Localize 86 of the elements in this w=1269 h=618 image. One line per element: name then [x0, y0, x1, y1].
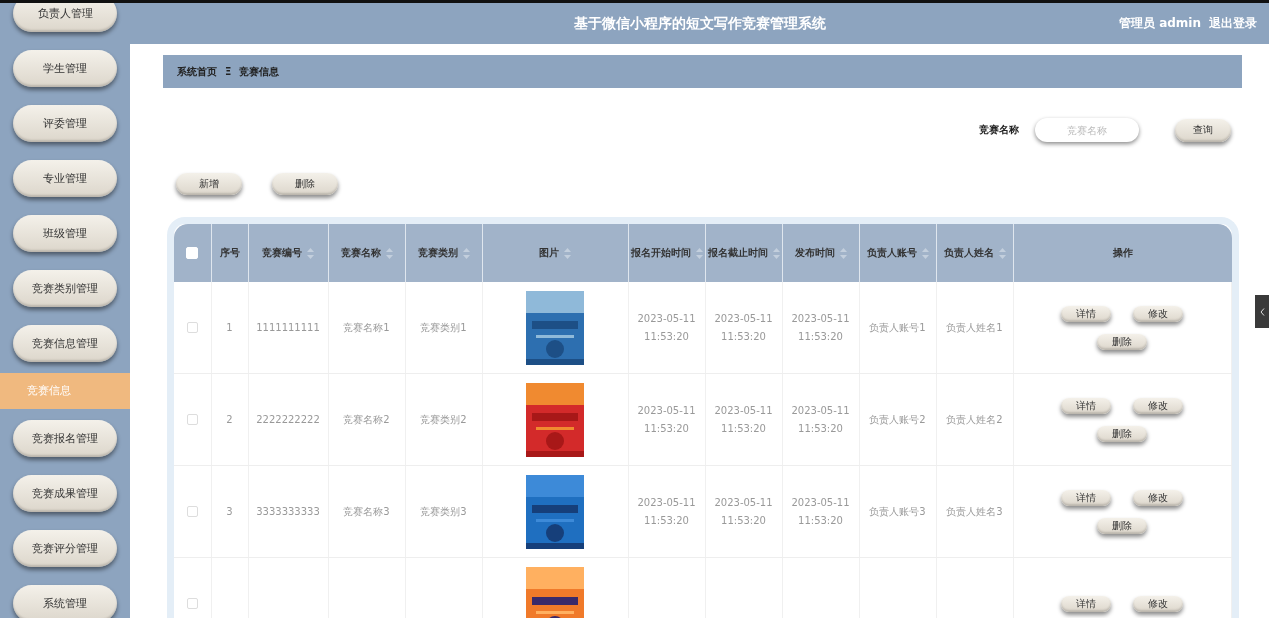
- row-action-button[interactable]: 删除: [1097, 425, 1148, 442]
- table-cell-text: 竞赛类别3: [420, 504, 467, 519]
- chevron-left-icon: [1259, 307, 1265, 316]
- column-header[interactable]: 负责人账号: [859, 224, 936, 282]
- column-header[interactable]: 发布时间: [782, 224, 859, 282]
- sort-icon[interactable]: [695, 247, 703, 259]
- row-checkbox[interactable]: [186, 598, 198, 609]
- query-button[interactable]: 查询: [1175, 118, 1231, 142]
- table-cell-text: 2023-05-11 11:53:20: [713, 403, 774, 436]
- column-header[interactable]: 操作: [1013, 224, 1232, 282]
- sidebar-item[interactable]: 班级管理: [13, 215, 117, 252]
- column-header[interactable]: 竞赛名称: [328, 224, 405, 282]
- column-header[interactable]: 负责人姓名: [936, 224, 1013, 282]
- table-cell-text: 2: [226, 412, 233, 427]
- table-cell-text: 负责人姓名1: [946, 320, 1003, 335]
- table-cell-text: 竞赛类别1: [420, 320, 467, 335]
- sidebar-item[interactable]: 竞赛类别管理: [13, 270, 117, 307]
- column-header[interactable]: 报名开始时间: [628, 224, 705, 282]
- table-cell-text: 2023-05-11 11:53:20: [790, 403, 851, 436]
- table-cell-text: 2023-05-11 11:53:20: [636, 311, 697, 344]
- table-cell-text: 1111111111: [256, 320, 320, 335]
- table-cell-text: 2023-05-11 11:53:20: [636, 495, 697, 528]
- sort-icon[interactable]: [772, 247, 780, 259]
- column-header[interactable]: 报名截止时间: [705, 224, 782, 282]
- table-cell-text: 竞赛类别2: [420, 412, 467, 427]
- row-action-button[interactable]: 修改: [1133, 397, 1184, 414]
- column-header[interactable]: 图片: [482, 224, 628, 282]
- row-action-button[interactable]: 详情: [1061, 489, 1112, 506]
- table-cell-text: 3: [226, 504, 233, 519]
- search-field[interactable]: 竞赛名称: [1035, 118, 1139, 142]
- table-cell-text: 2023-05-11 11:53:20: [790, 311, 851, 344]
- sidebar-item[interactable]: 负责人管理: [13, 3, 117, 32]
- row-action-button[interactable]: 修改: [1133, 305, 1184, 322]
- action-button[interactable]: 新增: [176, 173, 242, 195]
- sidebar-item[interactable]: 系统管理: [13, 585, 117, 618]
- user-label: 管理员 admin: [1118, 15, 1201, 32]
- sort-icon[interactable]: [839, 247, 847, 259]
- sort-icon[interactable]: [564, 247, 571, 259]
- sidebar-item[interactable]: 竞赛评分管理: [13, 530, 117, 567]
- table-cell-text: 竞赛名称1: [343, 320, 390, 335]
- sort-icon[interactable]: [921, 247, 929, 259]
- row-action-button[interactable]: 删除: [1097, 333, 1148, 350]
- sort-icon[interactable]: [998, 247, 1006, 259]
- column-header[interactable]: 序号: [211, 224, 248, 282]
- action-button[interactable]: 删除: [272, 173, 338, 195]
- column-header[interactable]: 竞赛编号: [248, 224, 328, 282]
- table-cell-text: 2023-05-11 11:53:20: [713, 311, 774, 344]
- table-cell-text: 负责人账号1: [869, 320, 926, 335]
- breadcrumb-current: 竞赛信息: [239, 64, 280, 79]
- sidebar-item[interactable]: 竞赛信息管理: [13, 325, 117, 362]
- table-cell-text: 竞赛名称2: [343, 412, 390, 427]
- breadcrumb-link[interactable]: 系统首页: [177, 64, 217, 79]
- table-cell-text: 负责人账号2: [869, 412, 926, 427]
- row-action-button[interactable]: 详情: [1061, 305, 1112, 322]
- table-cell-text: 2222222222: [256, 412, 320, 427]
- row-checkbox[interactable]: [186, 414, 198, 425]
- sidebar-item[interactable]: 专业管理: [13, 160, 117, 197]
- table-cell-text: 3333333333: [256, 504, 320, 519]
- sort-icon[interactable]: [307, 247, 314, 259]
- row-action-button[interactable]: 修改: [1133, 595, 1184, 612]
- row-checkbox[interactable]: [186, 506, 198, 517]
- sidebar-item[interactable]: 竞赛成果管理: [13, 475, 117, 512]
- row-action-button[interactable]: 详情: [1061, 397, 1112, 414]
- column-header[interactable]: 竞赛类别: [405, 224, 482, 282]
- table-cell-text: 负责人姓名3: [946, 504, 1003, 519]
- table-cell-text: 负责人姓名2: [946, 412, 1003, 427]
- select-all-checkbox[interactable]: [186, 247, 199, 259]
- sidebar-item[interactable]: 竞赛报名管理: [13, 420, 117, 457]
- sort-icon[interactable]: [385, 247, 393, 259]
- row-action-button[interactable]: 详情: [1061, 595, 1112, 612]
- row-action-button[interactable]: 删除: [1097, 517, 1148, 534]
- table-cell-text: 2023-05-11 11:53:20: [636, 403, 697, 436]
- table-cell-text: 2023-05-11 11:53:20: [790, 495, 851, 528]
- table-cell-text: 负责人账号3: [869, 504, 926, 519]
- breadcrumb-separator: Ξ: [225, 66, 232, 77]
- sort-icon[interactable]: [462, 247, 470, 259]
- table-cell-text: 竞赛名称3: [343, 504, 390, 519]
- row-action-button[interactable]: 修改: [1133, 489, 1184, 506]
- table-cell-text: 1: [226, 320, 233, 335]
- collapse-tab[interactable]: [1255, 295, 1269, 328]
- sidebar-item[interactable]: 评委管理: [13, 105, 117, 142]
- table-cell-text: 2023-05-11 11:53:20: [713, 495, 774, 528]
- row-checkbox[interactable]: [186, 322, 198, 333]
- search-label: 竞赛名称: [979, 123, 1019, 137]
- sidebar-item[interactable]: 学生管理: [13, 50, 117, 87]
- app-title: 基于微信小程序的短文写作竞赛管理系统: [573, 14, 826, 33]
